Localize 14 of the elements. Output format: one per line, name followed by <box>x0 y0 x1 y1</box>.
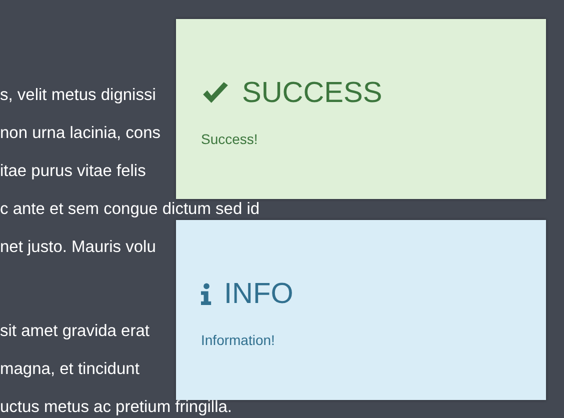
body-text-line: itae purus vitae felis <box>0 161 146 182</box>
body-text-line: sit amet gravida erat <box>0 321 150 342</box>
checkmark-icon <box>201 82 230 104</box>
notification-title: SUCCESS <box>242 76 382 110</box>
info-icon <box>201 282 212 306</box>
notification-message: Information! <box>201 332 275 348</box>
body-text-line: uctus metus ac pretium fringilla. <box>0 397 232 418</box>
body-text-line: non urna lacinia, cons <box>0 123 161 144</box>
notification-title: INFO <box>224 278 294 310</box>
notification-message: Success! <box>201 131 258 147</box>
body-text-line: net justo. Mauris volu <box>0 237 156 258</box>
body-text-line: magna, et tincidunt <box>0 359 140 380</box>
body-text-line: s, velit metus dignissi <box>0 85 156 106</box>
body-text-line: c ante et sem congue dictum sed id <box>0 199 260 220</box>
